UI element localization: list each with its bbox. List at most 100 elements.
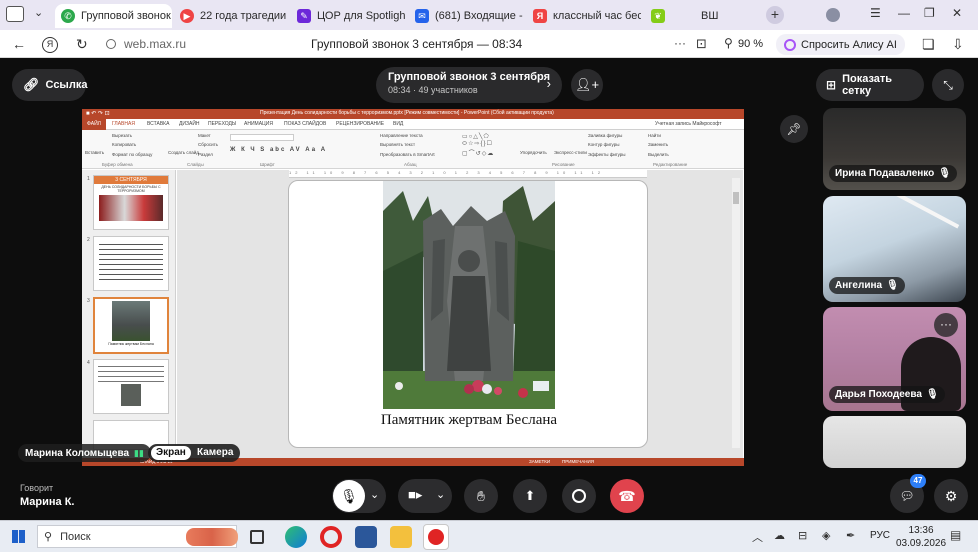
cut-button[interactable]: Вырезать <box>112 133 132 138</box>
tab-class-hour[interactable]: Я классный час бесла <box>533 4 641 28</box>
profile-avatar[interactable] <box>826 8 840 22</box>
new-slide-button[interactable]: Создать слайд <box>168 150 199 155</box>
collapse-button[interactable]: ⤡ <box>932 69 964 101</box>
ppt-tab-slideshow[interactable]: ПОКАЗ СЛАЙДОВ <box>284 121 326 127</box>
new-tab-button[interactable]: + <box>766 6 784 24</box>
view-camera-button[interactable]: Камера <box>197 446 233 460</box>
participant-tile-1[interactable]: Ирина Подаваленко 🎙︎ <box>823 108 966 190</box>
ppt-tab-review[interactable]: РЕЦЕНЗИРОВАНИЕ <box>336 121 384 127</box>
yandex-browser-taskbar-icon[interactable] <box>423 524 449 550</box>
status-comments[interactable]: ПРИМЕЧАНИЯ <box>562 459 594 464</box>
find-button[interactable]: Найти <box>648 133 661 138</box>
notifications-icon[interactable]: ▤ <box>950 528 961 542</box>
raise-hand-button[interactable]: ✋︎ <box>464 479 498 513</box>
edge-icon[interactable] <box>285 526 307 548</box>
downloads-icon[interactable]: ⇩ <box>952 36 964 53</box>
site-info-icon[interactable] <box>106 39 116 49</box>
record-button[interactable] <box>562 479 596 513</box>
bookmark-icon[interactable]: ⊡ <box>696 36 707 52</box>
bookmarks-icon[interactable]: ☰ <box>870 6 881 20</box>
slide-thumb-2[interactable] <box>93 236 169 291</box>
main-slide[interactable]: Памятник жертвам Беслана <box>288 180 648 448</box>
pin-button[interactable]: 📌︎ <box>780 115 808 143</box>
status-notes[interactable]: ЗАМЕТКИ <box>529 459 550 464</box>
tab-inbox[interactable]: ✉ (681) Входящие - П <box>415 4 523 28</box>
slide-thumb-1[interactable]: 3 СЕНТЯБРЯ ДЕНЬ СОЛИДАРНОСТИ БОРЬБЫ С ТЕ… <box>93 175 169 230</box>
shapes-gallery[interactable]: ▭○△╲⬠ ⬭☆⇨{}☐ ▢⌒↺◇☁ <box>462 133 512 157</box>
add-participant-button[interactable]: 👤︎+ <box>571 69 603 101</box>
camera-icon[interactable]: ■▸ <box>408 487 422 503</box>
chat-button[interactable]: 💬︎ 47 <box>890 474 926 513</box>
ppt-account[interactable]: Учетная запись Майкрософт <box>655 121 722 127</box>
view-screen-button[interactable]: Экран <box>151 446 191 460</box>
search-box[interactable]: ⚲ Поиск <box>37 525 238 548</box>
zoom-level[interactable]: 90 % <box>738 38 763 50</box>
more-options-icon[interactable]: ··· <box>934 313 958 337</box>
ppt-tab-file[interactable]: ФАЙЛ <box>82 119 106 130</box>
link-button[interactable]: 🔗︎ Ссылка <box>12 69 87 101</box>
participant-tile-2[interactable]: Ангелина 🎙︎ <box>823 196 966 302</box>
settings-button[interactable]: ⚙ <box>934 479 968 513</box>
tab-tragedy[interactable]: ▶ 22 года трагедии в <box>180 4 288 28</box>
ppt-tab-design[interactable]: ДИЗАЙН <box>179 121 200 127</box>
task-view-icon[interactable] <box>250 530 264 544</box>
yandex-browser-icon[interactable]: Я <box>42 37 58 53</box>
paste-button[interactable]: Вставить <box>85 150 104 155</box>
replace-button[interactable]: Заменить <box>648 142 668 147</box>
quick-styles-button[interactable]: Экспресс-стили <box>554 150 587 155</box>
ppt-tab-transitions[interactable]: ПЕРЕХОДЫ <box>208 121 236 127</box>
minimize-icon[interactable]: — <box>898 6 910 20</box>
copy-button[interactable]: Копировать <box>112 142 136 147</box>
call-header[interactable]: Групповой звонок 3 сентября 08:34 · 49 у… <box>376 67 562 103</box>
tray-icon-1[interactable]: ☁ <box>774 529 785 542</box>
font-controls[interactable]: Ж К Ч S abc AV Аа А <box>230 134 338 160</box>
text-direction-button[interactable]: Направление текста <box>380 133 423 138</box>
chevron-down-icon[interactable]: ⌄ <box>436 488 445 501</box>
participant-tile-3[interactable]: ··· Дарья Походеева 🎙︎ <box>823 307 966 411</box>
ppt-tab-view[interactable]: ВИД <box>393 121 403 127</box>
collections-icon[interactable]: ❏ <box>922 36 935 53</box>
select-button[interactable]: Выделить <box>648 152 669 157</box>
tab-group-call[interactable]: ✆ Групповой звонок ✕ <box>55 4 172 28</box>
align-text-button[interactable]: Выровнять текст <box>380 142 415 147</box>
back-icon[interactable]: ← <box>12 36 26 52</box>
pen-icon[interactable]: ✒ <box>846 529 855 542</box>
arrange-button[interactable]: Упорядочить <box>520 150 547 155</box>
language-indicator[interactable]: РУС <box>870 530 890 541</box>
clock[interactable]: 13:36 03.09.2026 <box>896 524 946 550</box>
shape-effects-button[interactable]: Эффекты фигуры <box>588 152 626 157</box>
hang-up-button[interactable]: ☎ <box>610 479 644 513</box>
vertical-scrollbar[interactable] <box>732 178 740 448</box>
reload-icon[interactable]: ↻ <box>76 36 88 53</box>
ppt-tab-home[interactable]: ГЛАВНАЯ <box>112 121 135 127</box>
tab-cor-spotlight[interactable]: ✎ ЦОР для Spotlight 2 <box>297 4 405 28</box>
tray-icon-2[interactable]: ⊟ <box>798 529 807 542</box>
share-screen-button[interactable]: ⬆ <box>513 479 547 513</box>
sidebar-toggle-icon[interactable] <box>6 6 24 22</box>
ppt-tab-animation[interactable]: АНИМАЦИЯ <box>244 121 273 127</box>
word-icon[interactable] <box>355 526 377 548</box>
chevron-down-icon[interactable]: ⌄ <box>370 488 379 501</box>
close-window-icon[interactable]: ✕ <box>952 6 962 20</box>
chevron-down-icon[interactable]: ⌄ <box>34 6 43 19</box>
layout-button[interactable]: Макет <box>198 133 211 138</box>
restore-icon[interactable]: ❐ <box>924 6 935 20</box>
network-icon[interactable]: ◈ <box>822 529 830 542</box>
ppt-tab-insert[interactable]: ВСТАВКА <box>147 121 169 127</box>
explorer-icon[interactable] <box>390 526 412 548</box>
shape-outline-button[interactable]: Контур фигуры <box>588 142 619 147</box>
smartart-button[interactable]: Преобразовать в SmartArt <box>380 152 435 157</box>
alice-button[interactable]: Спросить Алису AI <box>776 34 905 55</box>
format-painter-button[interactable]: Формат по образцу <box>112 152 152 157</box>
zoom-icon[interactable]: ⚲ <box>724 36 733 50</box>
show-grid-button[interactable]: ⊞ Показать сетку <box>816 69 924 101</box>
mute-button[interactable]: 🎙︎ <box>333 480 365 512</box>
slide-thumb-3[interactable]: Памятник жертвам Беслана <box>93 297 169 354</box>
tab-vsh[interactable]: ❦ ВШ <box>651 4 759 28</box>
slide-thumb-4[interactable] <box>93 359 169 414</box>
tray-chevron-icon[interactable]: ︿ <box>752 529 763 545</box>
more-icon[interactable]: ··· <box>674 36 686 50</box>
opera-icon[interactable] <box>320 526 342 548</box>
shape-fill-button[interactable]: Заливка фигуры <box>588 133 622 138</box>
url-text[interactable]: web.max.ru <box>124 37 186 51</box>
